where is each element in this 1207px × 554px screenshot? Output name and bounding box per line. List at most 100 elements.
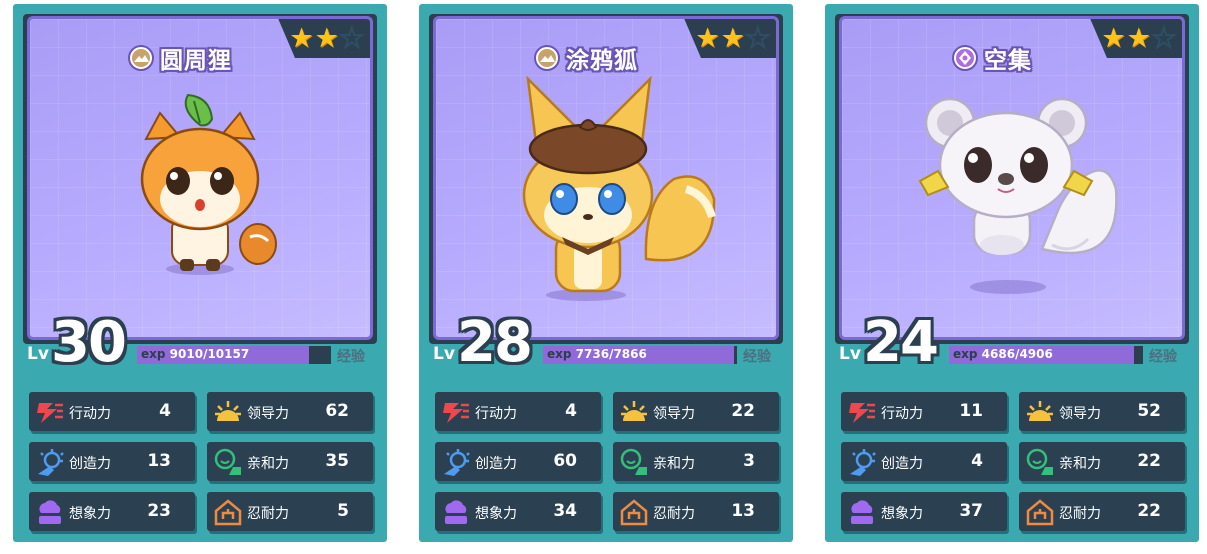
stat-label: 领导力 [247, 406, 289, 422]
stats-grid: 行动力 11 领导力 52 创造力 4 亲和力 22 想象力 37 忍耐力 22 [841, 392, 1187, 532]
stat-affinity: 亲和力 22 [1019, 442, 1185, 481]
pet-name: 涂鸦狐 [566, 48, 638, 74]
star-rating: ★ ★ ★ [289, 23, 365, 54]
exp-current: 7736 [575, 347, 610, 361]
stat-label: 想象力 [475, 506, 517, 522]
pet-portrait: 圆周狸 ★ ★ ★ [27, 16, 373, 340]
level-row: Lv 28 exp 7736/7866 经验 [433, 310, 779, 375]
exp-bar: exp 7736/7866 [543, 346, 737, 364]
pet-name: 圆周狸 [160, 48, 232, 74]
level-row: Lv 30 exp 9010/10157 经验 [27, 310, 373, 375]
level-number: 30 [51, 310, 127, 375]
level-number: 24 [863, 310, 939, 375]
stat-label: 行动力 [69, 406, 111, 422]
exp-current: 4686 [981, 347, 1016, 361]
star-filled-icon: ★ [695, 23, 720, 54]
exp-max: /7866 [609, 347, 647, 361]
stat-value: 60 [553, 451, 577, 471]
pet-card[interactable]: 圆周狸 ★ ★ ★ Lv 30 exp 9010/10157 经验 行动力 4 … [13, 4, 387, 542]
stat-value: 3 [743, 451, 755, 471]
stat-value: 22 [1137, 451, 1161, 471]
star-filled-icon: ★ [720, 23, 745, 54]
affinity-icon [620, 448, 647, 475]
stat-label: 领导力 [1059, 406, 1101, 422]
creativity-icon [850, 449, 876, 476]
creativity-icon [444, 449, 470, 476]
mountain-icon [128, 45, 154, 71]
leadership-icon [215, 401, 241, 421]
stat-value: 62 [325, 401, 349, 421]
stat-value: 37 [959, 501, 983, 521]
creativity-icon [38, 449, 64, 476]
stat-action: 行动力 4 [29, 392, 195, 431]
stat-label: 创造力 [475, 456, 517, 472]
stat-creativity: 创造力 4 [841, 442, 1007, 481]
stat-value: 13 [147, 451, 171, 471]
stat-value: 22 [1137, 501, 1161, 521]
stat-label: 亲和力 [247, 456, 289, 472]
pet-name: 空集 [984, 48, 1032, 74]
endurance-icon [214, 499, 242, 526]
stat-label: 忍耐力 [653, 506, 695, 522]
level-label: Lv [27, 344, 49, 364]
star-filled-icon: ★ [1101, 23, 1126, 54]
exp-button[interactable]: 经验 [337, 346, 365, 366]
exp-label: exp [141, 347, 166, 361]
exp-bar: exp 4686/4906 [949, 346, 1143, 364]
pet-card[interactable]: 空集 ★ ★ ★ Lv 24 exp 4686/4906 经验 行动力 11 领… [825, 4, 1199, 542]
stat-label: 忍耐力 [247, 506, 289, 522]
pet-card[interactable]: 涂鸦狐 ★ ★ ★ Lv 28 exp 7736/7866 经验 行动力 4 领… [419, 4, 793, 542]
stat-creativity: 创造力 13 [29, 442, 195, 481]
stat-value: 22 [731, 401, 755, 421]
star-rating: ★ ★ ★ [695, 23, 771, 54]
exp-current: 9010 [169, 347, 204, 361]
stat-leadership: 领导力 52 [1019, 392, 1185, 431]
action-icon [443, 403, 469, 423]
star-empty-icon: ★ [339, 23, 365, 54]
stat-value: 11 [959, 401, 983, 421]
exp-button[interactable]: 经验 [1149, 346, 1177, 366]
exp-bar: exp 9010/10157 [137, 346, 331, 364]
stat-value: 52 [1137, 401, 1161, 421]
stat-action: 行动力 4 [435, 392, 601, 431]
imagination-icon [445, 500, 467, 524]
star-filled-icon: ★ [314, 23, 339, 54]
exp-text: exp 7736/7866 [547, 347, 647, 361]
exp-text: exp 9010/10157 [141, 347, 249, 361]
star-filled-icon: ★ [289, 23, 314, 54]
action-icon [37, 403, 63, 423]
stat-creativity: 创造力 60 [435, 442, 601, 481]
stat-label: 领导力 [653, 406, 695, 422]
leadership-icon [621, 401, 647, 421]
stat-leadership: 领导力 62 [207, 392, 373, 431]
stat-affinity: 亲和力 3 [613, 442, 779, 481]
exp-label: exp [953, 347, 978, 361]
star-filled-icon: ★ [1126, 23, 1151, 54]
affinity-icon [1026, 448, 1053, 475]
stat-action: 行动力 11 [841, 392, 1007, 431]
level-number: 28 [457, 310, 533, 375]
stat-imagination: 想象力 34 [435, 492, 601, 531]
star-empty-icon: ★ [1151, 23, 1177, 54]
exp-max: /10157 [203, 347, 250, 361]
imagination-icon [39, 500, 61, 524]
stats-grid: 行动力 4 领导力 22 创造力 60 亲和力 3 想象力 34 忍耐力 13 [435, 392, 781, 532]
stat-endurance: 忍耐力 5 [207, 492, 373, 531]
stat-leadership: 领导力 22 [613, 392, 779, 431]
stat-label: 创造力 [881, 456, 923, 472]
stat-label: 忍耐力 [1059, 506, 1101, 522]
stat-value: 4 [971, 451, 983, 471]
stat-label: 创造力 [69, 456, 111, 472]
pet-portrait: 空集 ★ ★ ★ [839, 16, 1185, 340]
stat-value: 5 [337, 501, 349, 521]
purple-gem-icon [952, 45, 978, 71]
stat-value: 35 [325, 451, 349, 471]
level-label: Lv [839, 344, 861, 364]
exp-button[interactable]: 经验 [743, 346, 771, 366]
level-label: Lv [433, 344, 455, 364]
stat-affinity: 亲和力 35 [207, 442, 373, 481]
mountain-icon [534, 45, 560, 71]
endurance-icon [1026, 499, 1054, 526]
leadership-icon [1027, 401, 1053, 421]
stat-label: 想象力 [69, 506, 111, 522]
